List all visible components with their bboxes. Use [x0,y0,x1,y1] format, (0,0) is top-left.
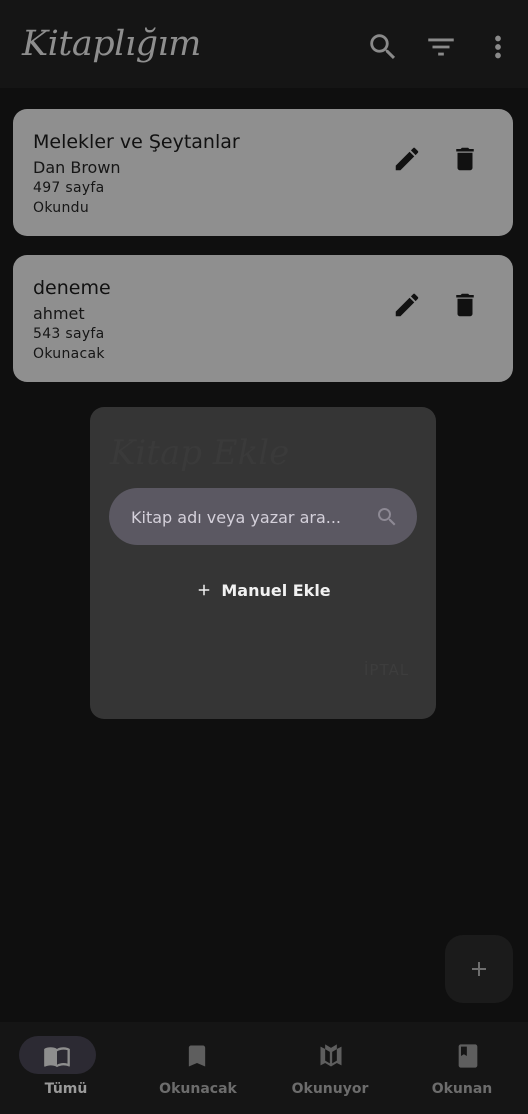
book-author: Dan Brown [33,158,121,177]
search-icon[interactable] [366,30,400,64]
book-icon [453,1042,483,1070]
book-search-input[interactable] [129,488,373,547]
book-status: Okunacak [33,346,105,362]
more-vert-icon[interactable] [481,30,515,64]
book-card[interactable]: deneme ahmet 543 sayfa Okunacak [13,255,513,382]
edit-icon[interactable] [392,144,422,174]
nav-item-okunan[interactable]: Okunan [396,1022,528,1114]
book-open-icon [42,1042,72,1070]
search-icon[interactable] [375,505,399,529]
filter-icon[interactable] [424,30,458,64]
delete-icon[interactable] [450,144,480,174]
book-title: deneme [33,277,111,299]
delete-icon[interactable] [450,290,480,320]
add-book-fab[interactable] [445,935,513,1003]
nav-item-okunacak[interactable]: Okunacak [132,1022,264,1114]
book-author: ahmet [33,304,85,323]
top-app-bar: Kitaplığım [0,0,528,88]
plus-icon [199,584,210,596]
manual-add-label: Manuel Ekle [221,580,331,600]
cancel-button[interactable]: İPTAL [364,661,409,679]
manual-add-button[interactable]: Manuel Ekle [90,573,436,607]
add-book-dialog: Kitap Ekle Manuel Ekle İPTAL [90,407,436,719]
nav-item-okunuyor[interactable]: Okunuyor [264,1022,396,1114]
book-pages: 497 sayfa [33,180,105,196]
reading-icon [316,1042,346,1070]
edit-icon[interactable] [392,290,422,320]
bookmark-icon [182,1042,212,1070]
bottom-navigation: Tümü Okunacak Okunuyor Okunan [0,1022,528,1114]
nav-label: Okunuyor [291,1081,369,1097]
nav-label: Tümü [44,1081,88,1097]
dialog-title: Kitap Ekle [110,433,290,473]
plus-icon [472,962,486,976]
book-pages: 543 sayfa [33,326,105,342]
book-card[interactable]: Melekler ve Şeytanlar Dan Brown 497 sayf… [13,109,513,236]
book-title: Melekler ve Şeytanlar [33,131,240,153]
book-search-field[interactable] [109,488,417,547]
book-status: Okundu [33,200,90,216]
app-title: Kitaplığım [22,24,201,64]
nav-label: Okunacak [159,1081,237,1097]
nav-item-tumu[interactable]: Tümü [0,1022,132,1114]
nav-label: Okunan [431,1081,493,1097]
